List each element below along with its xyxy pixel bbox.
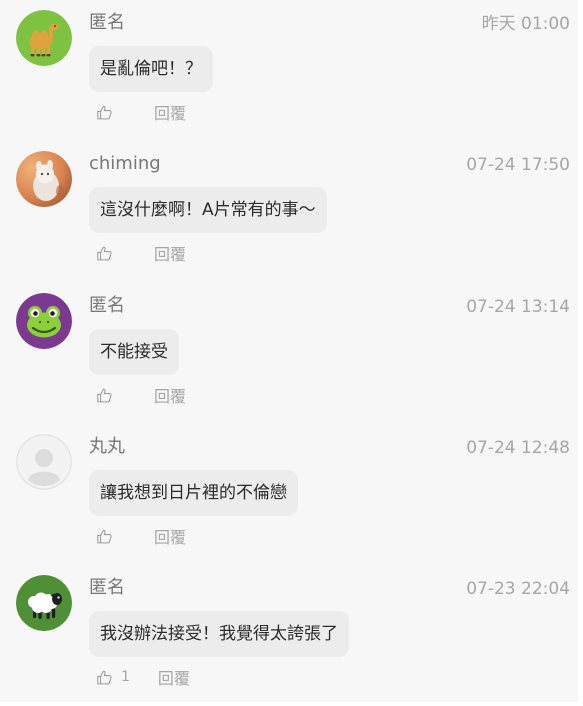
comment-item: 匿名 昨天 01:00 是亂倫吧！？ 回覆 bbox=[0, 0, 578, 141]
comment-author: 匿名 bbox=[89, 12, 125, 33]
reply-button[interactable]: 回覆 bbox=[154, 383, 186, 407]
comment-author: chiming bbox=[89, 153, 161, 174]
reply-button[interactable]: 回覆 bbox=[154, 524, 186, 548]
comment-item: 匿名 07-24 13:14 不能接受 回覆 bbox=[0, 283, 578, 424]
comment-text: 我沒辦法接受！我覺得太誇張了 bbox=[89, 611, 349, 657]
thumbs-up-icon bbox=[97, 105, 112, 119]
comment-item: 丸丸 07-24 12:48 讓我想到日片裡的不倫戀 回覆 bbox=[0, 424, 578, 565]
like-count: 1 bbox=[121, 669, 130, 685]
comment-list: 匿名 昨天 01:00 是亂倫吧！？ 回覆 chiming 07-24 17:5… bbox=[0, 0, 578, 702]
comment-time: 07-24 13:14 bbox=[466, 297, 570, 317]
comment-item: 匿名 07-23 22:04 我沒辦法接受！我覺得太誇張了 1 回覆 bbox=[0, 565, 578, 706]
comment-author: 匿名 bbox=[89, 577, 125, 598]
reply-button[interactable]: 回覆 bbox=[158, 665, 190, 689]
default-user-icon bbox=[16, 434, 72, 490]
comment-text: 這沒什麼啊！A片常有的事～ bbox=[89, 187, 327, 233]
avatar[interactable] bbox=[16, 10, 72, 66]
like-button[interactable] bbox=[96, 101, 121, 123]
user-photo bbox=[16, 151, 72, 207]
comment-time: 07-24 17:50 bbox=[466, 155, 570, 175]
frog-icon bbox=[16, 293, 72, 349]
comment-actions: 回覆 bbox=[96, 101, 186, 123]
thumbs-up-icon bbox=[97, 246, 112, 260]
avatar[interactable] bbox=[16, 575, 72, 631]
comment-author: 匿名 bbox=[89, 295, 125, 316]
comment-time: 07-23 22:04 bbox=[466, 579, 570, 599]
thumbs-up-icon bbox=[97, 529, 112, 543]
comment-text: 讓我想到日片裡的不倫戀 bbox=[89, 470, 298, 516]
comment-author: 丸丸 bbox=[89, 436, 125, 457]
like-button[interactable] bbox=[96, 242, 121, 264]
comment-text: 不能接受 bbox=[89, 329, 179, 375]
avatar[interactable] bbox=[16, 151, 72, 207]
reply-button[interactable]: 回覆 bbox=[154, 100, 186, 124]
thumbs-up-icon bbox=[97, 388, 112, 402]
like-button[interactable] bbox=[96, 525, 121, 547]
thumbs-up-icon bbox=[97, 670, 112, 684]
camel-icon bbox=[16, 10, 72, 66]
comment-actions: 1 回覆 bbox=[96, 666, 190, 688]
comment-text: 是亂倫吧！？ bbox=[89, 46, 213, 92]
comment-time: 昨天 01:00 bbox=[481, 14, 570, 34]
like-button[interactable]: 1 bbox=[96, 666, 130, 688]
reply-button[interactable]: 回覆 bbox=[154, 241, 186, 265]
avatar[interactable] bbox=[16, 293, 72, 349]
comment-time: 07-24 12:48 bbox=[466, 438, 570, 458]
comment-actions: 回覆 bbox=[96, 384, 186, 406]
comment-item: chiming 07-24 17:50 這沒什麼啊！A片常有的事～ 回覆 bbox=[0, 141, 578, 282]
sheep-icon bbox=[16, 575, 72, 631]
like-button[interactable] bbox=[96, 384, 121, 406]
comment-actions: 回覆 bbox=[96, 242, 186, 264]
comment-actions: 回覆 bbox=[96, 525, 186, 547]
avatar[interactable] bbox=[16, 434, 72, 490]
